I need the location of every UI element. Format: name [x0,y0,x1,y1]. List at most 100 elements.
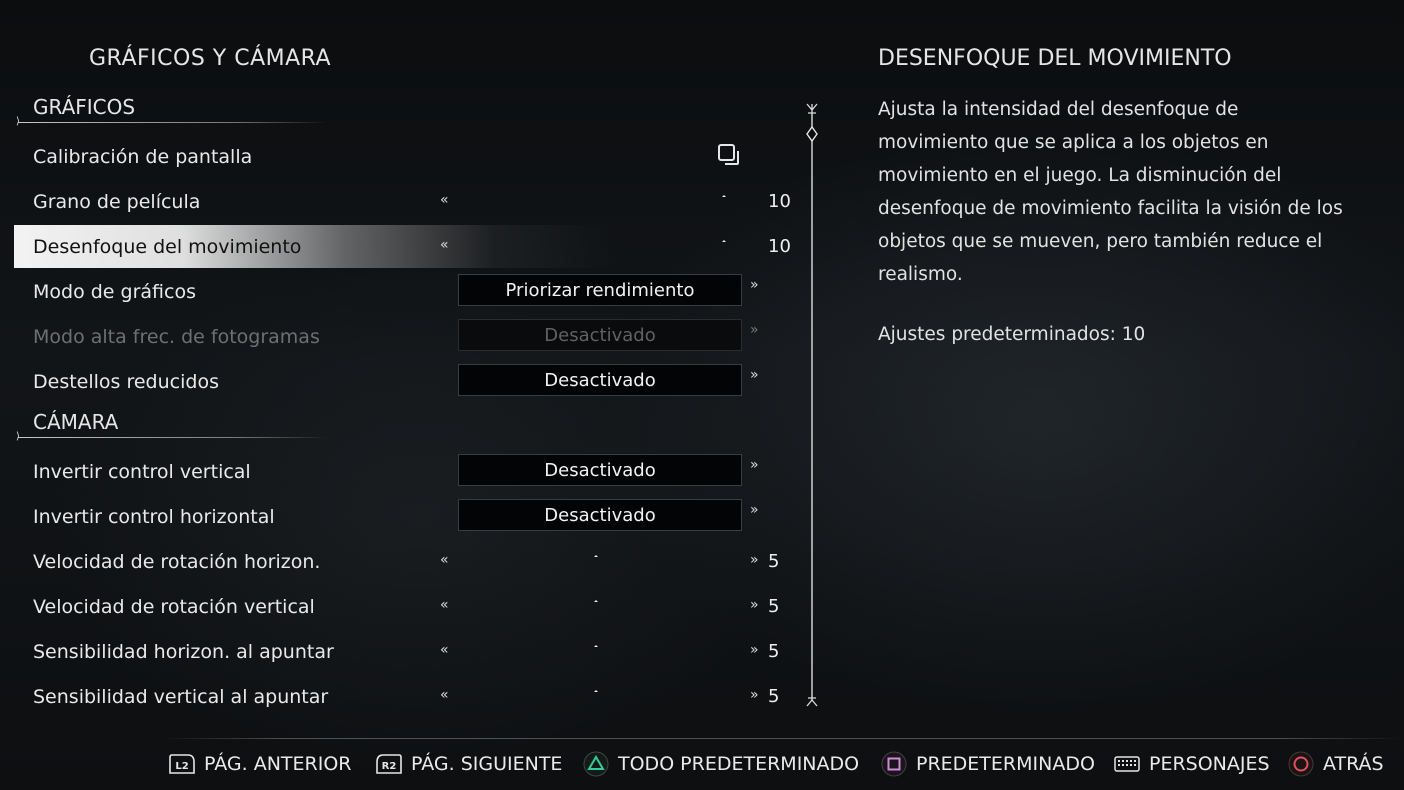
footer-bar: L2 PÁG. ANTERIOR R2 PÁG. SIGUIENTE TODO … [0,738,1404,790]
option-value: Desactivado [544,505,656,526]
slider-increase-icon[interactable]: » [750,597,759,613]
option-selector[interactable]: Desactivado [458,454,742,486]
slider-value: 5 [768,596,780,617]
prev-page-hint[interactable]: L2 PÁG. ANTERIOR [168,751,352,777]
slider-track[interactable] [462,555,730,557]
option-selector[interactable]: Desactivado [458,364,742,396]
row-label: Modo alta frec. de fotogramas [33,326,320,348]
back-hint[interactable]: ATRÁS [1287,751,1384,777]
slider-value: 5 [768,551,780,572]
r2-button-icon: R2 [375,751,403,777]
section-divider [18,122,328,123]
option-value: Desactivado [544,325,656,346]
svg-text:R2: R2 [382,761,397,772]
row-graphics-mode[interactable]: Modo de gráficos Priorizar rendimiento » [0,269,800,314]
row-reduced-flashes[interactable]: Destellos reducidos Desactivado » [0,359,800,404]
slider-knob [594,645,598,647]
row-motion-blur[interactable]: Desenfoque del movimiento « 10 [0,224,800,269]
row-label: Calibración de pantalla [33,146,253,168]
triangle-button-icon [582,751,610,777]
section-title-graphics: GRÁFICOS [33,95,136,119]
next-option-icon[interactable]: » [750,457,759,473]
detail-default-value: Ajustes predeterminados: 10 [878,324,1146,345]
square-button-icon [880,751,908,777]
slider-knob [594,690,598,692]
divider-tip-icon: ⟩ [16,431,20,442]
section-title-camera: CÁMARA [33,410,119,434]
reset-all-hint[interactable]: TODO PREDETERMINADO [582,751,859,777]
scrollbar-thumb [806,125,818,143]
detail-title: DESENFOQUE DEL MOVIMIENTO [878,46,1232,71]
option-value: Desactivado [544,460,656,481]
reset-default-hint[interactable]: PREDETERMINADO [880,751,1095,777]
slider-knob [722,240,726,242]
row-invert-horizontal[interactable]: Invertir control horizontal Desactivado … [0,494,800,539]
next-option-icon[interactable]: » [750,277,759,293]
reset-all-label: TODO PREDETERMINADO [618,753,860,775]
slider-increase-icon[interactable]: » [750,687,759,703]
option-selector: Desactivado [458,319,742,351]
slider-value: 10 [768,236,791,257]
slider-track[interactable] [462,690,730,692]
slider-decrease-icon[interactable]: « [440,597,449,613]
row-vertical-rotation-speed[interactable]: Velocidad de rotación vertical « » 5 [0,584,800,629]
next-page-hint[interactable]: R2 PÁG. SIGUIENTE [375,751,562,777]
page-title: GRÁFICOS Y CÁMARA [89,46,332,71]
slider-value: 5 [768,641,780,662]
slider-track[interactable] [462,195,730,197]
next-option-icon: » [750,322,759,338]
section-divider [18,437,328,438]
slider-increase-icon[interactable]: » [750,552,759,568]
row-label: Sensibilidad vertical al apuntar [33,686,329,708]
row-label: Velocidad de rotación horizon. [33,551,321,573]
prev-page-label: PÁG. ANTERIOR [204,753,352,775]
row-horizontal-rotation-speed[interactable]: Velocidad de rotación horizon. « » 5 [0,539,800,584]
row-label: Desenfoque del movimiento [33,236,302,258]
svg-text:L2: L2 [175,761,188,772]
row-label: Modo de gráficos [33,281,196,303]
scrollbar[interactable] [802,100,822,712]
row-label: Destellos reducidos [33,371,219,393]
option-value: Priorizar rendimiento [505,280,695,301]
touchpad-icon [1113,751,1141,777]
footer-divider [160,738,1404,739]
slider-knob [594,555,598,557]
row-screen-calibration[interactable]: Calibración de pantalla [0,134,800,179]
next-option-icon[interactable]: » [750,502,759,518]
slider-track[interactable] [462,645,730,647]
slider-increase-icon[interactable]: » [750,642,759,658]
row-film-grain[interactable]: Grano de película « 10 [0,179,800,224]
slider-value: 10 [768,191,791,212]
row-high-frame-rate-mode: Modo alta frec. de fotogramas Desactivad… [0,314,800,359]
row-label: Grano de película [33,191,201,213]
reset-default-label: PREDETERMINADO [916,753,1095,775]
slider-decrease-icon[interactable]: « [440,237,449,253]
slider-decrease-icon[interactable]: « [440,642,449,658]
characters-label: PERSONAJES [1149,753,1270,775]
option-value: Desactivado [544,370,656,391]
detail-description: Ajusta la intensidad del desenfoque de m… [878,99,1343,285]
back-label: ATRÁS [1323,753,1384,775]
row-horizontal-aim-sensitivity[interactable]: Sensibilidad horizon. al apuntar « » 5 [0,629,800,674]
row-label: Invertir control horizontal [33,506,275,528]
circle-button-icon [1287,751,1315,777]
slider-decrease-icon[interactable]: « [440,192,449,208]
row-label: Sensibilidad horizon. al apuntar [33,641,334,663]
divider-tip-icon: ⟩ [16,116,20,127]
row-vertical-aim-sensitivity[interactable]: Sensibilidad vertical al apuntar « » 5 [0,674,800,719]
slider-track[interactable] [462,240,730,242]
option-selector[interactable]: Priorizar rendimiento [458,274,742,306]
characters-hint[interactable]: PERSONAJES [1113,751,1270,777]
row-label: Velocidad de rotación vertical [33,596,315,618]
calibration-icon[interactable] [717,143,741,167]
row-invert-vertical[interactable]: Invertir control vertical Desactivado » [0,449,800,494]
slider-decrease-icon[interactable]: « [440,552,449,568]
row-label: Invertir control vertical [33,461,251,483]
option-selector[interactable]: Desactivado [458,499,742,531]
slider-value: 5 [768,686,780,707]
slider-knob [722,195,726,197]
slider-knob [594,600,598,602]
next-option-icon[interactable]: » [750,367,759,383]
slider-decrease-icon[interactable]: « [440,687,449,703]
slider-track[interactable] [462,600,730,602]
